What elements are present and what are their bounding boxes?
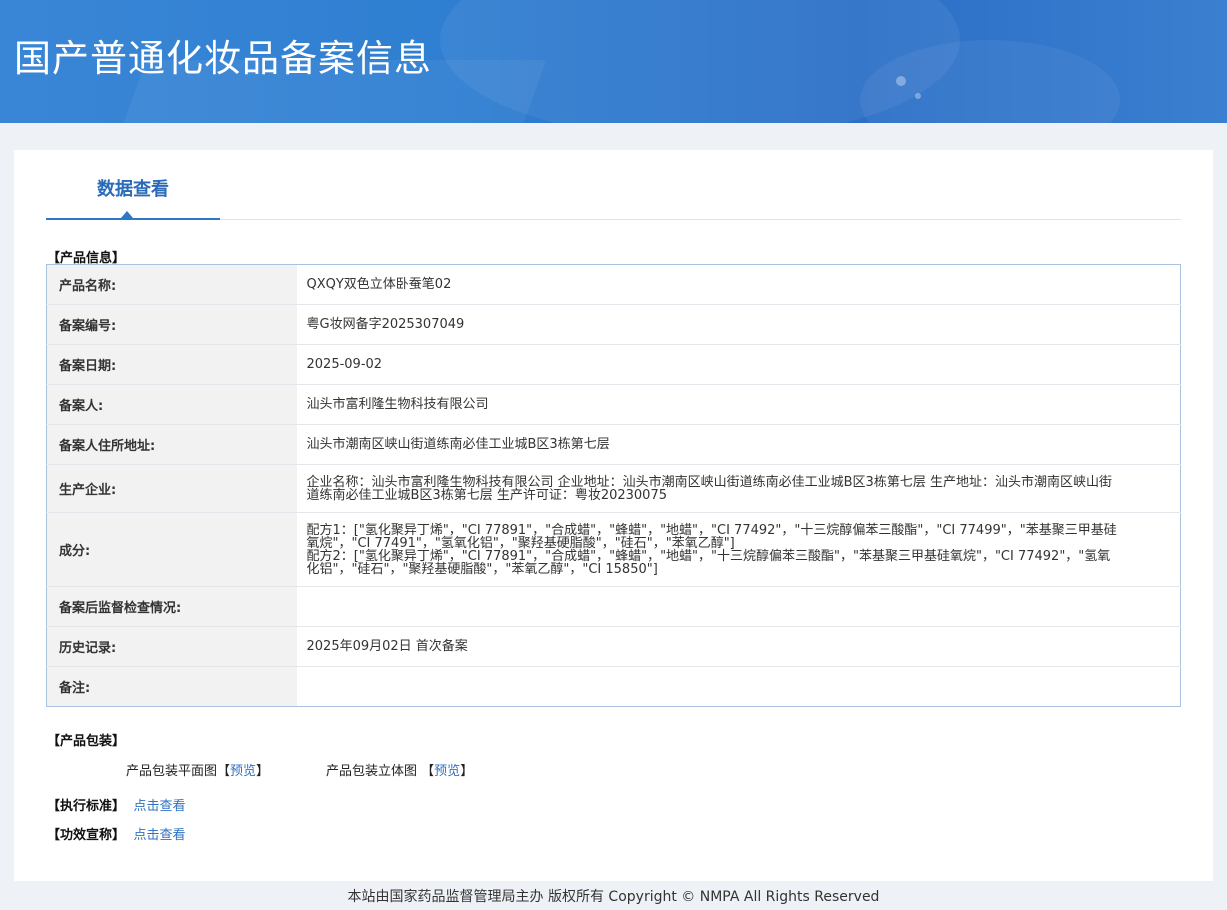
row-value-remarks [296, 666, 1181, 707]
row-value-post-inspection [296, 586, 1181, 627]
preview-flat-link[interactable]: 预览 [230, 764, 256, 779]
main-card: 数据查看 【产品信息】 产品名称: QXQY双色立体卧蚕笔02 备案编号: 粤G… [14, 150, 1213, 881]
packaging-solid-item: 产品包装立体图 【预览】 [326, 760, 473, 779]
efficacy-view-link[interactable]: 点击查看 [134, 828, 186, 843]
row-label-remarks: 备注: [46, 666, 297, 707]
table-row: 历史记录: 2025年09月02日 首次备案 [46, 626, 1181, 667]
table-row: 备案编号: 粤G妆网备字2025307049 [46, 304, 1181, 345]
table-row: 备注: [46, 666, 1181, 707]
row-value-filer: 汕头市富利隆生物科技有限公司 [296, 384, 1181, 425]
table-row: 备案人住所地址: 汕头市潮南区峡山街道练南必佳工业城B区3栋第七层 [46, 424, 1181, 465]
row-label-product-name: 产品名称: [46, 264, 297, 305]
bracket-open: 【 [421, 764, 435, 779]
row-label-filing-date: 备案日期: [46, 344, 297, 385]
footer-copyright: 本站由国家药品监督管理局主办 版权所有 Copyright © NMPA All… [347, 889, 880, 905]
table-row: 成分: 配方1：["氢化聚异丁烯"，"CI 77891"，"合成蜡"，"蜂蜡"，… [46, 512, 1181, 587]
efficacy-row: 【功效宣称】 点击查看 [47, 824, 186, 843]
table-row: 产品名称: QXQY双色立体卧蚕笔02 [46, 264, 1181, 305]
tab-data-view[interactable]: 数据查看 [46, 150, 220, 220]
banner-dot [915, 93, 921, 99]
tab-bar: 数据查看 [46, 150, 1181, 220]
table-row: 备案日期: 2025-09-02 [46, 344, 1181, 385]
table-row: 备案人: 汕头市富利隆生物科技有限公司 [46, 384, 1181, 425]
packaging-flat-item: 产品包装平面图【预览】 [126, 760, 269, 779]
section-title-efficacy: 【功效宣称】 [47, 828, 126, 843]
standard-row: 【执行标准】 点击查看 [47, 795, 186, 814]
header-banner: 国产普通化妆品备案信息 [0, 0, 1227, 123]
formula-1-text: 配方1：["氢化聚异丁烯"，"CI 77891"，"合成蜡"，"蜂蜡"，"地蜡"… [306, 522, 1117, 551]
row-value-filing-number: 粤G妆网备字2025307049 [296, 304, 1181, 345]
standard-view-link[interactable]: 点击查看 [134, 799, 186, 814]
row-label-post-inspection: 备案后监督检查情况: [46, 586, 297, 627]
row-label-filer-address: 备案人住所地址: [46, 424, 297, 465]
row-value-history: 2025年09月02日 首次备案 [296, 626, 1181, 667]
section-title-standard: 【执行标准】 [47, 799, 126, 814]
row-value-filing-date: 2025-09-02 [296, 344, 1181, 385]
page-title: 国产普通化妆品备案信息 [14, 37, 432, 80]
row-label-history: 历史记录: [46, 626, 297, 667]
caret-up-icon [121, 211, 133, 218]
section-title-packaging: 【产品包装】 [47, 734, 126, 749]
bracket-open: 【 [217, 764, 231, 779]
packaging-flat-label: 产品包装平面图 [126, 764, 218, 779]
row-label-filing-number: 备案编号: [46, 304, 297, 345]
packaging-solid-label: 产品包装立体图 [326, 764, 418, 779]
table-row: 备案后监督检查情况: [46, 586, 1181, 627]
row-value-filer-address: 汕头市潮南区峡山街道练南必佳工业城B区3栋第七层 [296, 424, 1181, 465]
banner-dot [896, 76, 906, 86]
formula-2-text: 配方2：["氢化聚异丁烯"，"CI 77891"，"合成蜡"，"蜂蜡"，"地蜡"… [306, 548, 1111, 577]
row-label-filer: 备案人: [46, 384, 297, 425]
bracket-close: 】 [460, 764, 474, 779]
product-info-table: 产品名称: QXQY双色立体卧蚕笔02 备案编号: 粤G妆网备字20253070… [46, 264, 1181, 707]
tab-label: 数据查看 [97, 179, 169, 200]
row-value-ingredients: 配方1：["氢化聚异丁烯"，"CI 77891"，"合成蜡"，"蜂蜡"，"地蜡"… [296, 512, 1181, 587]
row-value-product-name: QXQY双色立体卧蚕笔02 [306, 277, 452, 292]
row-label-ingredients: 成分: [46, 512, 297, 587]
bracket-close: 】 [256, 764, 270, 779]
row-value-manufacturer: 企业名称：汕头市富利隆生物科技有限公司 企业地址：汕头市潮南区峡山街道练南必佳工… [296, 464, 1181, 513]
row-label-manufacturer: 生产企业: [46, 464, 297, 513]
preview-solid-link[interactable]: 预览 [434, 764, 460, 779]
table-row: 生产企业: 企业名称：汕头市富利隆生物科技有限公司 企业地址：汕头市潮南区峡山街… [46, 464, 1181, 513]
